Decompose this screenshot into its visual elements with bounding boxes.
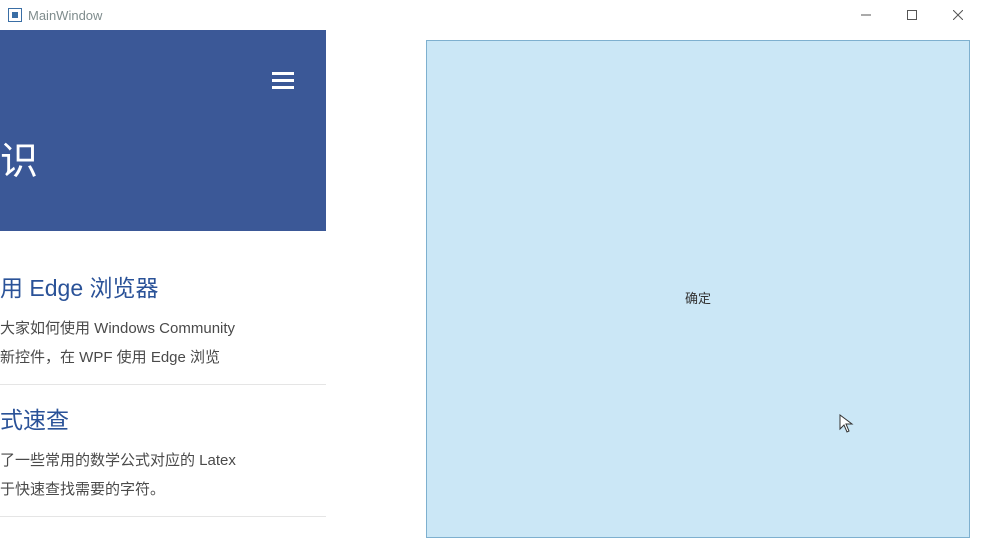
- banner-text: 识: [0, 130, 38, 185]
- article-item: 用 Edge 浏览器 大家如何使用 Windows Community 新控件，…: [0, 239, 326, 385]
- article-body: 大家如何使用 Windows Community 新控件，在 WPF 使用 Ed…: [0, 315, 326, 372]
- minimize-button[interactable]: [843, 0, 889, 30]
- maximize-button[interactable]: [889, 0, 935, 30]
- article-title[interactable]: 式速查: [0, 401, 326, 435]
- dialog-panel[interactable]: 确定: [426, 40, 970, 538]
- close-button[interactable]: [935, 0, 981, 30]
- article-body-line: 新控件，在 WPF 使用 Edge 浏览: [0, 344, 326, 373]
- titlebar: MainWindow: [0, 0, 981, 30]
- window-controls: [843, 0, 981, 30]
- article-body: 了一些常用的数学公式对应的 Latex 于快速查找需要的字符。: [0, 447, 326, 504]
- article-body-line: 于快速查找需要的字符。: [0, 476, 326, 505]
- article-body-line: 了一些常用的数学公式对应的 Latex: [0, 447, 326, 476]
- article-list: 用 Edge 浏览器 大家如何使用 Windows Community 新控件，…: [0, 231, 326, 517]
- left-pane: 识 用 Edge 浏览器 大家如何使用 Windows Community 新控…: [0, 30, 326, 539]
- article-body-line: 大家如何使用 Windows Community: [0, 315, 326, 344]
- ok-button-label[interactable]: 确定: [685, 288, 711, 307]
- window-title: MainWindow: [28, 8, 102, 23]
- article-title[interactable]: 用 Edge 浏览器: [0, 269, 326, 303]
- app-icon: [8, 8, 22, 22]
- header-banner: 识: [0, 30, 326, 231]
- article-item: 式速查 了一些常用的数学公式对应的 Latex 于快速查找需要的字符。: [0, 385, 326, 517]
- right-pane: 确定: [326, 30, 981, 539]
- hamburger-icon[interactable]: [272, 68, 294, 93]
- content-area: 识 用 Edge 浏览器 大家如何使用 Windows Community 新控…: [0, 30, 981, 539]
